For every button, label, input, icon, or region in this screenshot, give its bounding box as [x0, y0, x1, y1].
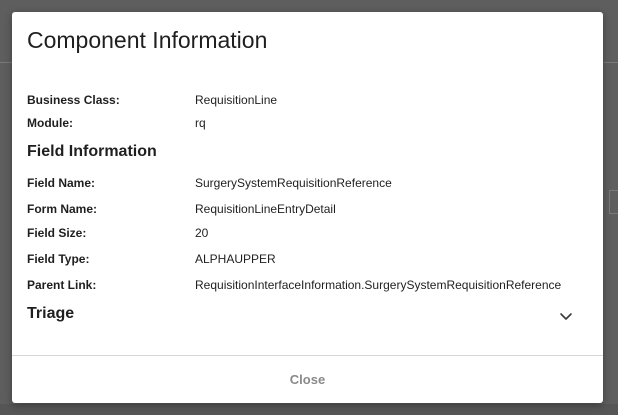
field-type-label: Field Type:: [27, 252, 90, 266]
background-field: [609, 190, 618, 214]
dialog-title: Component Information: [27, 27, 268, 53]
background-divider: [0, 62, 12, 63]
parent-link-value: RequisitionInterfaceInformation.SurgeryS…: [195, 278, 562, 292]
form-name-label: Form Name:: [27, 202, 98, 216]
parent-link-label: Parent Link:: [27, 278, 97, 292]
business-class-label: Business Class:: [27, 93, 120, 107]
field-size-value: 20: [195, 226, 209, 240]
chevron-down-icon[interactable]: [559, 309, 573, 323]
field-information-heading: Field Information: [27, 143, 157, 160]
field-type-value: ALPHAUPPER: [195, 252, 276, 266]
background-strip: [0, 404, 618, 415]
close-button[interactable]: Close: [12, 356, 603, 403]
background-divider: [604, 62, 618, 63]
business-class-value: RequisitionLine: [195, 93, 278, 107]
triage-heading[interactable]: Triage: [27, 305, 74, 323]
field-size-label: Field Size:: [27, 226, 87, 240]
field-name-label: Field Name:: [27, 176, 96, 190]
form-name-value: RequisitionLineEntryDetail: [195, 202, 336, 216]
field-name-value: SurgerySystemRequisitionReference: [195, 176, 392, 190]
component-information-dialog: Component Information Business Class: Re…: [12, 12, 603, 403]
module-label: Module:: [27, 116, 73, 130]
module-value: rq: [195, 116, 206, 130]
